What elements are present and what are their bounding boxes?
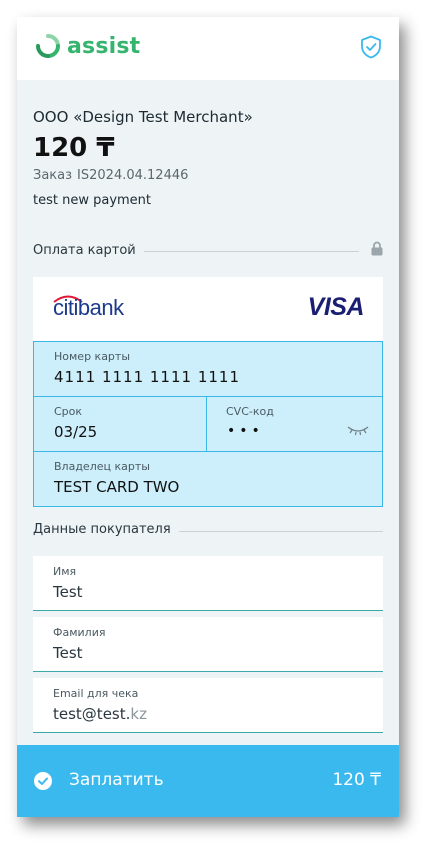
cvc-label: CVC-код — [226, 405, 274, 418]
order-amount: 120 ₸ — [33, 133, 115, 163]
check-circle-icon — [34, 772, 52, 790]
logo-text: assist — [67, 33, 141, 59]
pay-button[interactable]: Заплатить 120 ₸ — [17, 745, 399, 817]
card-section-title: Оплата картой — [33, 243, 144, 258]
first-name-field[interactable]: Имя Test — [33, 556, 383, 611]
first-name-label: Имя — [53, 565, 77, 578]
assist-logo-icon — [36, 34, 60, 58]
cvc-input[interactable]: ••• — [227, 423, 264, 439]
email-label: Email для чека — [53, 687, 139, 700]
last-name-label: Фамилия — [53, 626, 106, 639]
holder-input[interactable]: TEST CARD TWO — [54, 478, 179, 496]
eye-closed-icon[interactable] — [347, 424, 369, 436]
card-brand-bar: citibank VISA — [33, 277, 383, 341]
visa-logo: VISA — [307, 293, 365, 321]
order-number-value: IS2024.04.12446 — [77, 168, 189, 183]
lock-icon — [371, 241, 383, 256]
merchant-name: ООО «Design Test Merchant» — [33, 108, 253, 126]
email-input[interactable]: test@test.kz — [53, 705, 147, 723]
pay-button-amount: 120 ₸ — [332, 770, 381, 790]
last-name-field[interactable]: Фамилия Test — [33, 617, 383, 672]
expiry-input[interactable]: 03/25 — [54, 423, 97, 441]
header: assist — [17, 17, 399, 80]
section-divider — [177, 531, 383, 532]
card-fields: Номер карты 4111 1111 1111 1111 Срок 03/… — [33, 341, 383, 507]
last-name-input[interactable]: Test — [53, 644, 83, 662]
first-name-input[interactable]: Test — [53, 583, 83, 601]
order-description: test new payment — [33, 193, 152, 208]
payment-form: assist ООО «Design Test Merchant» 120 ₸ … — [17, 17, 399, 817]
buyer-section-title: Данные покупателя — [33, 522, 179, 537]
holder-label: Владелец карты — [54, 460, 150, 473]
card-number-field[interactable]: Номер карты 4111 1111 1111 1111 — [34, 342, 382, 397]
shield-check-icon — [361, 35, 381, 59]
bank-logo: citibank — [53, 295, 124, 320]
card-number-input[interactable]: 4111 1111 1111 1111 — [54, 368, 240, 386]
expiry-cvc-row: Срок 03/25 CVC-код ••• — [34, 397, 382, 452]
email-field[interactable]: Email для чека test@test.kz — [33, 678, 383, 733]
order-number: Заказ IS2024.04.12446 — [33, 168, 188, 183]
email-value: test@test. — [53, 705, 131, 723]
email-domain-hint: kz — [130, 705, 147, 723]
card-number-label: Номер карты — [54, 350, 131, 363]
order-label: Заказ — [33, 168, 73, 183]
expiry-label: Срок — [54, 405, 83, 418]
section-divider — [137, 251, 359, 252]
field-divider — [206, 397, 207, 452]
pay-button-label: Заплатить — [69, 770, 164, 790]
logo: assist — [35, 31, 140, 61]
